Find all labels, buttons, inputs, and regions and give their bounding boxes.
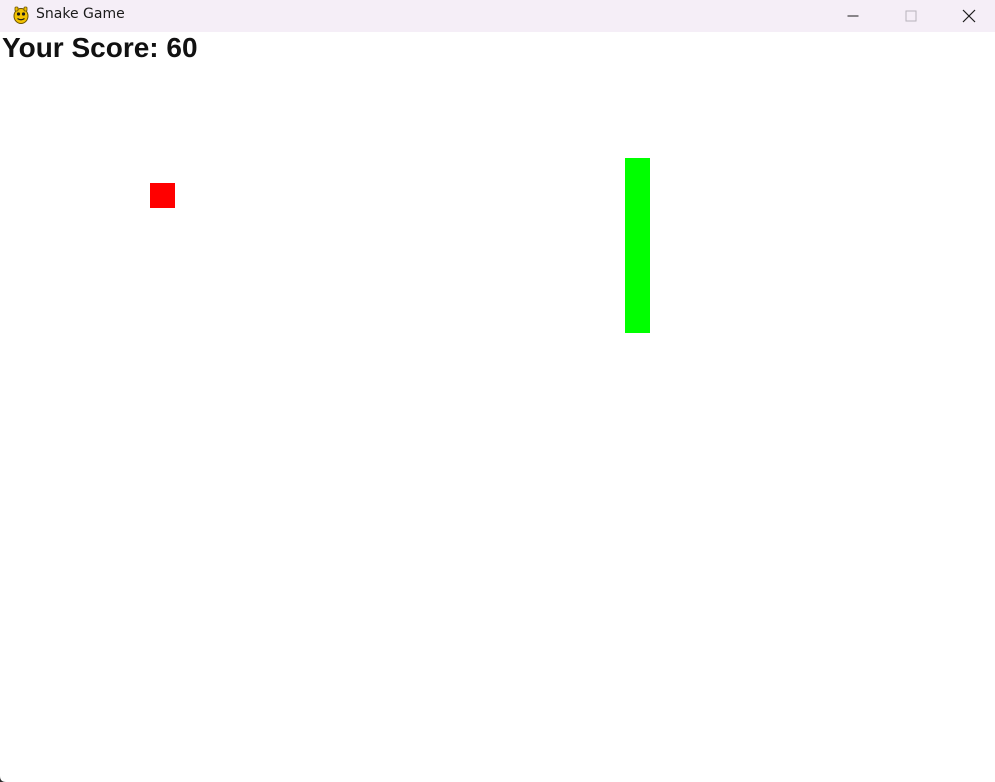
snake-segment: [625, 308, 650, 333]
close-button[interactable]: [946, 0, 992, 32]
snake-body: [625, 158, 650, 333]
snake-segment: [625, 208, 650, 233]
minimize-button[interactable]: [830, 0, 876, 32]
snake-segment: [625, 183, 650, 208]
food-block: [150, 183, 175, 208]
window-title: Snake Game: [36, 6, 125, 22]
pygame-snake-icon: [13, 6, 29, 24]
snake-segment: [625, 258, 650, 283]
snake-segment: [625, 158, 650, 183]
score-display: Your Score: 60: [2, 32, 198, 63]
window-corner: [0, 776, 6, 782]
close-icon: [962, 9, 976, 23]
maximize-icon: [905, 10, 917, 22]
snake-segment: [625, 283, 650, 308]
game-canvas[interactable]: Your Score: 60: [0, 32, 995, 782]
game-window: Snake Game Your Score: 60: [0, 0, 995, 782]
snake-segment: [625, 233, 650, 258]
maximize-button[interactable]: [888, 0, 934, 32]
minimize-icon: [847, 15, 859, 17]
title-bar[interactable]: Snake Game: [0, 0, 995, 32]
